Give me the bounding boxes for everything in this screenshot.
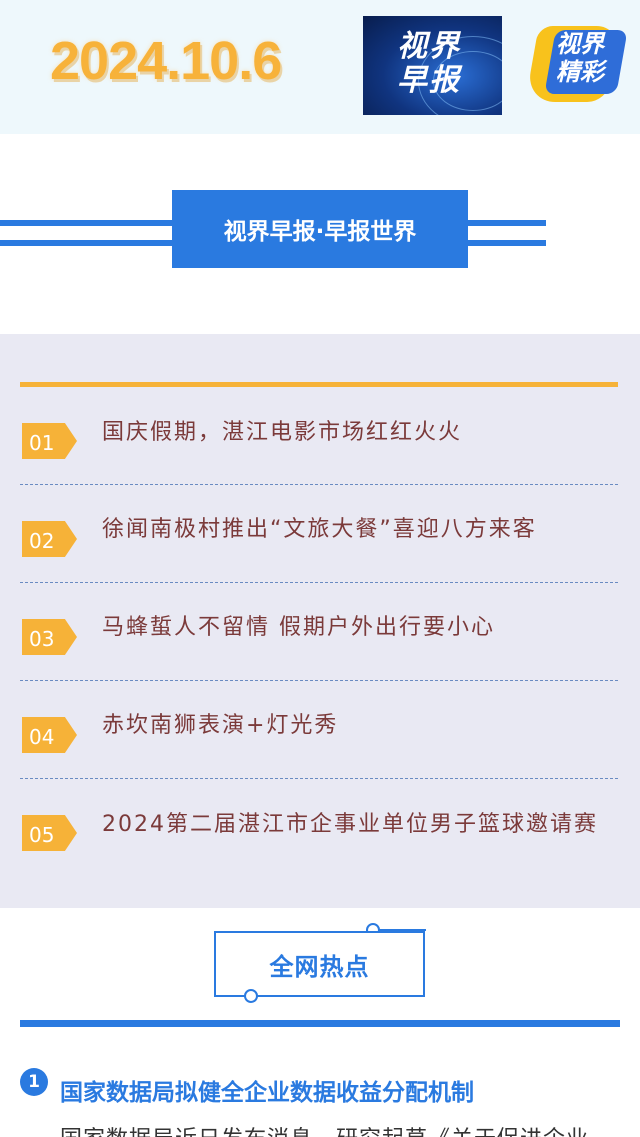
news-divider [20, 680, 618, 681]
logo-text-line1: 视界 [397, 29, 461, 64]
news-divider [20, 582, 618, 583]
news-list-top-rule [20, 382, 618, 387]
hot-topics-title: 全网热点 [214, 931, 425, 997]
article-title[interactable]: 国家数据局拟健全企业数据收益分配机制 [60, 1073, 474, 1107]
title-bar-right-top [468, 220, 546, 226]
news-divider [20, 778, 618, 779]
news-headline[interactable]: 国庆假期，湛江电影市场红红火火 [102, 416, 622, 450]
news-headline[interactable]: 赤坎南狮表演+灯光秀 [102, 709, 622, 743]
article-body: 国家数据局近日发布消息，研究起草《关于促进企业 [60, 1121, 589, 1137]
hot-box-knob-bottom [244, 989, 258, 1003]
title-bar-left-bottom [0, 240, 172, 246]
badge-text-line2: 精彩 [556, 58, 604, 86]
shijie-zaobao-logo: 视界 早报 [363, 16, 502, 115]
news-divider [20, 484, 618, 485]
badge-text-line1: 视界 [556, 30, 604, 58]
section-title: 视界早报·早报世界 [172, 190, 468, 268]
date-title: 2024.10.6 [50, 31, 282, 91]
hot-topics-rule [20, 1020, 620, 1027]
shijie-jingcai-badge: 视界 精彩 [525, 24, 628, 104]
news-headline[interactable]: 徐闻南极村推出“文旅大餐”喜迎八方来客 [102, 513, 622, 547]
logo-text-line2: 早报 [397, 63, 461, 98]
header-banner: 2024.10.6 视界 早报 视界 精彩 [0, 0, 640, 134]
article-number-badge: 1 [20, 1068, 48, 1096]
news-headline[interactable]: 2024第二届湛江市企事业单位男子篮球邀请赛 [102, 808, 622, 842]
title-bar-left-top [0, 220, 172, 226]
title-bar-right-bottom [468, 240, 546, 246]
news-headline[interactable]: 马蜂蜇人不留情 假期户外出行要小心 [102, 611, 622, 645]
